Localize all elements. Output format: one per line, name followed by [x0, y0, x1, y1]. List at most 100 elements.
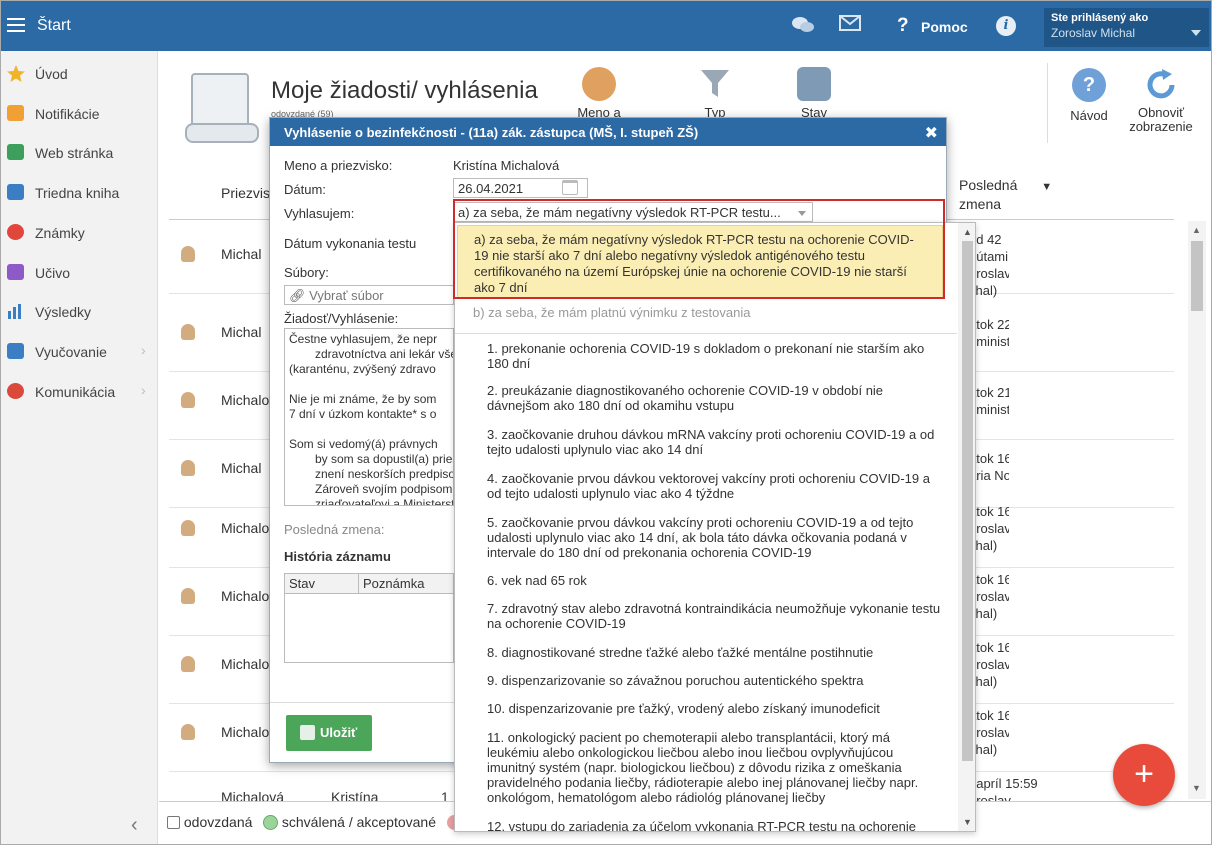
sidebar-item-label: Úvod — [35, 66, 68, 82]
list-item[interactable]: 3. zaočkovanie druhou dávkou mRNA vakcín… — [487, 427, 942, 457]
menu-icon[interactable] — [7, 18, 25, 32]
collapse-sidebar-icon[interactable]: ‹ — [131, 814, 138, 837]
sidebar-item-znamky[interactable]: Známky — [1, 212, 158, 252]
sidebar-item-uvod[interactable]: Úvod — [1, 53, 158, 93]
person-icon — [181, 656, 195, 672]
text-line: Nie je mi známe, že by som — [289, 392, 437, 406]
file-picker[interactable]: 🔗︎ Vybrať súbor — [284, 285, 454, 305]
divider — [455, 333, 957, 334]
user-name: Zoroslav Michal — [1051, 26, 1136, 40]
home-icon — [7, 144, 24, 160]
dropdown-scrollbar[interactable]: ▲ ▼ — [958, 223, 975, 831]
save-button[interactable]: Uložiť — [286, 715, 372, 751]
date-label: Dátum: — [284, 182, 326, 197]
help-icon[interactable]: ? — [897, 15, 909, 37]
list-item[interactable]: 8. diagnostikované stredne ťažké alebo ť… — [487, 645, 942, 660]
sidebar-item-vysledky[interactable]: Výsledky — [1, 291, 158, 331]
col-last-1: Posledná — [959, 177, 1018, 193]
list-item[interactable]: 6. vek nad 65 rok — [487, 573, 942, 588]
list-item[interactable]: 7. zdravotný stav alebo zdravotná kontra… — [487, 601, 942, 631]
file-placeholder: Vybrať súbor — [309, 288, 384, 303]
row-name: Michal — [221, 246, 262, 262]
scroll-down-icon[interactable]: ▼ — [1192, 783, 1201, 793]
app-title[interactable]: Štart — [37, 17, 71, 35]
filter-icon — [698, 67, 732, 101]
scroll-down-icon[interactable]: ▼ — [963, 817, 972, 827]
list-scrollbar[interactable]: ▲ ▼ — [1188, 221, 1206, 799]
list-item[interactable]: 12. vstupu do zariadenia za účelom vykon… — [487, 819, 942, 831]
calendar-icon[interactable] — [562, 180, 578, 195]
text-line: znení neskorších predpisov. — [315, 467, 454, 481]
top-bar: Štart ? Pomoc i Ste prihlásený ako Zoros… — [1, 1, 1211, 51]
dialog-title: Vyhlásenie o bezinfekčnosti - (11a) zák.… — [270, 118, 946, 146]
sidebar-item-vyucovanie[interactable]: Vyučovanie › — [1, 331, 158, 371]
chevron-right-icon: › — [141, 382, 146, 398]
list-item[interactable]: 5. zaočkovanie prvou dávkou vakcíny prot… — [487, 515, 942, 560]
sidebar-item-triedna-kniha[interactable]: Triedna kniha — [1, 172, 158, 212]
highlight-box — [453, 199, 945, 299]
refresh-icon — [1144, 68, 1178, 102]
scroll-thumb[interactable] — [962, 241, 973, 761]
sidebar-item-web-stranka[interactable]: Web stránka — [1, 132, 158, 172]
refresh-button[interactable]: Obnoviť zobrazenie — [1121, 68, 1201, 134]
legend-approved: schválená / akceptované — [263, 814, 436, 830]
star-icon — [7, 65, 25, 82]
history-table: Stav Poznámka — [284, 573, 454, 663]
page-title: Moje žiadosti/ vyhlásenia — [271, 77, 538, 104]
scroll-thumb[interactable] — [1191, 241, 1203, 311]
text-line: Som si vedomý(á) právnych — [289, 437, 438, 451]
legend-label: schválená / akceptované — [281, 814, 436, 830]
text-line: (karanténu, zvýšený zdravo — [289, 362, 436, 376]
document-icon — [167, 816, 180, 829]
history-col-note: Poznámka — [363, 576, 425, 591]
list-item[interactable]: 4. zaočkovanie prvou dávkou vektorovej v… — [487, 471, 942, 501]
scroll-up-icon[interactable]: ▲ — [1192, 225, 1201, 235]
sidebar-item-komunikacia[interactable]: Komunikácia › — [1, 371, 158, 411]
history-col-status: Stav — [285, 574, 359, 593]
list-item[interactable]: 11. onkologický pacient po chemoterapii … — [487, 730, 942, 805]
last-change-label: Posledná zmena: — [284, 522, 385, 537]
person-icon — [181, 246, 195, 262]
user-label: Ste prihlásený ako — [1051, 12, 1149, 24]
user-menu[interactable]: Ste prihlásený ako Zoroslav Michal — [1044, 8, 1209, 47]
speech-icon — [7, 383, 24, 399]
name-value: Kristína Michalová — [453, 158, 560, 173]
info-icon[interactable]: i — [996, 16, 1016, 36]
guide-button[interactable]: ? Návod — [1049, 68, 1129, 123]
list-item[interactable]: 10. dispenzarizovanie pre ťažký, vrodený… — [487, 701, 942, 716]
floppy-icon — [300, 725, 315, 740]
request-label: Žiadosť/Vyhlásenie: — [284, 311, 399, 326]
mail-icon[interactable] — [839, 15, 861, 36]
row-name: Michalov — [221, 520, 277, 536]
filter-type-button[interactable]: Typ — [685, 61, 745, 120]
app-window: Štart ? Pomoc i Ste prihlásený ako Zoros… — [0, 0, 1212, 845]
person-icon — [181, 460, 195, 476]
list-item[interactable]: 1. prekonanie ochorenia COVID-19 s dokla… — [487, 341, 942, 371]
sidebar-item-notifikacie[interactable]: Notifikácie — [1, 93, 158, 133]
book-icon — [7, 184, 24, 200]
sidebar-item-label: Vyučovanie — [35, 344, 107, 360]
person-icon — [181, 724, 195, 740]
files-label: Súbory: — [284, 265, 329, 280]
refresh-label: Obnoviť zobrazenie — [1121, 106, 1201, 134]
list-item[interactable]: 2. preukázanie diagnostikovaného ochoren… — [487, 383, 942, 413]
legend-label: odovzdaná — [183, 814, 253, 830]
scroll-up-icon[interactable]: ▲ — [963, 227, 972, 237]
filter-status-button[interactable]: Stav — [784, 61, 844, 120]
help-link[interactable]: Pomoc — [921, 19, 968, 35]
chat-icon[interactable] — [791, 15, 815, 40]
filter-name-button[interactable]: Meno a — [569, 61, 629, 120]
refresh-label-1: Obnoviť — [1137, 105, 1185, 120]
text-line: zdravotníctva ani lekár všec — [315, 347, 454, 361]
sidebar-item-ucivo[interactable]: Učivo — [1, 252, 158, 292]
add-button[interactable]: + — [1113, 744, 1175, 806]
row-line: , apríl 15:59 — [969, 776, 1038, 791]
close-icon[interactable]: ✖ — [925, 123, 938, 143]
request-textarea[interactable]: Čestne vyhlasujem, že nepr zdravotníctva… — [284, 328, 454, 506]
column-header-last-change[interactable]: Posledná ▼ zmena — [959, 177, 1052, 213]
list-item[interactable]: 9. dispenzarizovanie so závažnou porucho… — [487, 673, 942, 688]
sidebar-item-label: Učivo — [35, 265, 71, 281]
open-book-icon — [7, 343, 24, 359]
column-header-name[interactable]: Priezvis — [221, 185, 270, 201]
option-b[interactable]: b) za seba, že mám platnú výnimku z test… — [473, 305, 750, 320]
